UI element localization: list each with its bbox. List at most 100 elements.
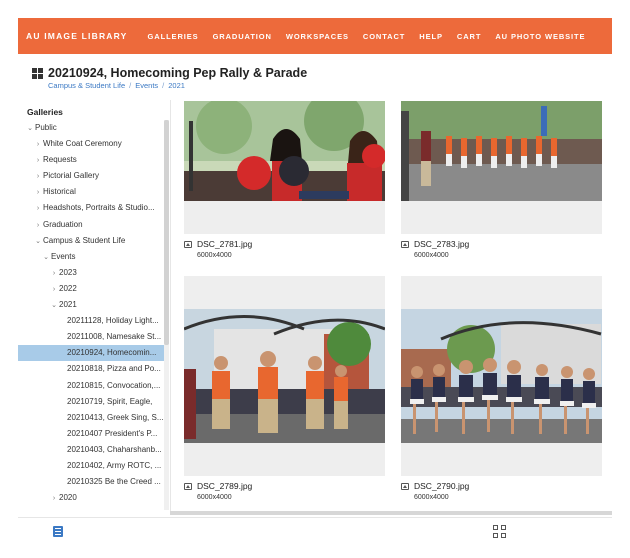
chevron-down-icon[interactable]: ⌄ xyxy=(50,298,58,313)
tree-item-label: 20210924, Homecomin... xyxy=(67,348,157,358)
tree-item[interactable]: 20210413, Greek Sing, S... xyxy=(18,410,164,426)
tree-item[interactable]: › 2020 xyxy=(18,490,164,506)
tree-item-label: 20210402, Army ROTC, ... xyxy=(67,460,162,470)
breadcrumb-2021[interactable]: 2021 xyxy=(168,81,185,90)
list-view-icon[interactable] xyxy=(53,526,63,537)
image-filename[interactable]: DSC_2783.jpg xyxy=(414,239,469,249)
tree-item[interactable]: ⌄ Campus & Student Life xyxy=(18,233,164,249)
tree-item[interactable]: › 2023 xyxy=(18,265,164,281)
chevron-right-icon[interactable]: › xyxy=(34,185,42,200)
chevron-right-icon[interactable]: › xyxy=(50,507,58,510)
tree-item[interactable]: › Pictorial Gallery xyxy=(18,168,164,184)
tree-item-label: 20211008, Namesake St... xyxy=(67,332,162,342)
image-thumbnail[interactable] xyxy=(401,101,602,234)
tree-item-label: Requests xyxy=(43,155,77,165)
image-file-icon xyxy=(184,240,192,248)
tree-item-label: 2021 xyxy=(59,300,77,310)
panel-divider xyxy=(170,100,171,512)
tree-item[interactable]: 20211008, Namesake St... xyxy=(18,329,164,345)
nav-au-photo-website[interactable]: AU PHOTO WEBSITE xyxy=(495,32,585,41)
tree-item[interactable]: ⌄ 2021 xyxy=(18,297,164,313)
nav-help[interactable]: HELP xyxy=(419,32,443,41)
tree-item[interactable]: 20210818, Pizza and Po... xyxy=(18,361,164,377)
image-file-icon xyxy=(184,482,192,490)
tree-item-label: 20210407 President's P... xyxy=(67,428,158,438)
gallery-grid-icon xyxy=(32,67,43,79)
chevron-right-icon[interactable]: › xyxy=(50,282,58,297)
tree-item[interactable]: › Graduation xyxy=(18,217,164,233)
tree-item-label: 2023 xyxy=(59,267,77,277)
image-thumbnail[interactable] xyxy=(184,101,385,234)
tree-item[interactable]: 20211128, Holiday Light... xyxy=(18,313,164,329)
tree-item-label: 20210815, Convocation,... xyxy=(67,380,161,390)
tree-item[interactable]: › Historical xyxy=(18,184,164,200)
tree-item[interactable]: ›2019 xyxy=(18,506,164,510)
tree-item[interactable]: ⌄ Events xyxy=(18,249,164,265)
tree-item-label: Graduation xyxy=(43,219,83,229)
dancers-photo xyxy=(401,309,602,443)
tree-item[interactable]: ⌄ Public xyxy=(18,120,164,136)
tree-item-label: White Coat Ceremony xyxy=(43,139,122,149)
nav-workspaces[interactable]: WORKSPACES xyxy=(286,32,349,41)
tree-item[interactable]: › Headshots, Portraits & Studio... xyxy=(18,200,164,216)
nav-graduation[interactable]: GRADUATION xyxy=(213,32,272,41)
cheer-photo xyxy=(184,101,385,201)
chevron-right-icon[interactable]: › xyxy=(50,266,58,281)
chevron-right-icon[interactable]: › xyxy=(34,218,42,233)
grid-horizontal-scrollbar[interactable] xyxy=(170,511,612,515)
sidebar-scrollbar[interactable] xyxy=(164,120,169,510)
chevron-down-icon[interactable]: ⌄ xyxy=(34,234,42,249)
breadcrumb-campus-student-life[interactable]: Campus & Student Life xyxy=(48,81,125,90)
tree-item-label: Pictorial Gallery xyxy=(43,171,100,181)
sidebar-scroll-thumb[interactable] xyxy=(164,120,169,345)
tree-item[interactable]: 20210402, Army ROTC, ... xyxy=(18,458,164,474)
tree-item[interactable]: › White Coat Ceremony xyxy=(18,136,164,152)
tree-item[interactable]: 20210407 President's P... xyxy=(18,426,164,442)
tree-item[interactable]: 20210815, Convocation,... xyxy=(18,378,164,394)
breadcrumb-events[interactable]: Events xyxy=(135,81,158,90)
chevron-right-icon[interactable]: › xyxy=(34,169,42,184)
nav-cart[interactable]: CART xyxy=(457,32,481,41)
tree-item-label: Historical xyxy=(43,187,76,197)
image-filename[interactable]: DSC_2790.jpg xyxy=(414,481,469,491)
nav-galleries[interactable]: GALLERIES xyxy=(148,32,199,41)
tree-item[interactable]: 20210403, Chaharshanb... xyxy=(18,442,164,458)
tree-item-label: 20210325 Be the Creed ... xyxy=(67,477,161,487)
image-dimensions: 6000x4000 xyxy=(414,252,449,259)
chevron-down-icon[interactable]: ⌄ xyxy=(26,121,34,136)
image-thumbnail[interactable] xyxy=(401,276,602,476)
brand-logo-text[interactable]: AU IMAGE LIBRARY xyxy=(26,31,128,41)
image-card[interactable]: DSC_2789.jpg 6000x4000 xyxy=(184,276,385,501)
chevron-right-icon[interactable]: › xyxy=(34,153,42,168)
parade-photo xyxy=(184,309,385,443)
chevron-down-icon[interactable]: ⌄ xyxy=(42,250,50,265)
chevron-right-icon[interactable]: › xyxy=(50,491,58,506)
chevron-right-icon[interactable]: › xyxy=(34,137,42,152)
tree-item-label: Events xyxy=(51,251,76,261)
nav-contact[interactable]: CONTACT xyxy=(363,32,405,41)
image-dimensions: 6000x4000 xyxy=(197,494,232,501)
galleries-heading: Galleries xyxy=(27,107,63,117)
image-card[interactable]: DSC_2790.jpg 6000x4000 xyxy=(401,276,602,501)
image-card[interactable]: DSC_2783.jpg 6000x4000 xyxy=(401,101,602,259)
tree-item[interactable]: › 2022 xyxy=(18,281,164,297)
image-thumbnail[interactable] xyxy=(184,276,385,476)
image-filename[interactable]: DSC_2789.jpg xyxy=(197,481,252,491)
image-file-icon xyxy=(401,482,409,490)
tree-item[interactable]: › Requests xyxy=(18,152,164,168)
image-card[interactable]: DSC_2781.jpg 6000x4000 xyxy=(184,101,385,259)
breadcrumb: Campus & Student Life / Events/2021 xyxy=(48,81,185,90)
tree-item-label: Public xyxy=(35,123,57,132)
tree-item-label: 2019 xyxy=(59,509,77,510)
tree-item[interactable]: 20210325 Be the Creed ... xyxy=(18,474,164,490)
tree-item-label: 2022 xyxy=(59,283,77,293)
tile-view-icon[interactable] xyxy=(493,525,506,538)
image-filename[interactable]: DSC_2781.jpg xyxy=(197,239,252,249)
tree-item[interactable]: 20210924, Homecomin... xyxy=(18,345,164,362)
image-dimensions: 6000x4000 xyxy=(414,494,449,501)
gallery-tree: ⌄ Public › White Coat Ceremony › Requests › Pic… xyxy=(18,120,164,510)
chevron-right-icon[interactable]: › xyxy=(34,201,42,216)
page-title-row: 20210924, Homecoming Pep Rally & Parade xyxy=(32,66,307,80)
band-photo xyxy=(401,101,602,201)
tree-item[interactable]: 20210719, Spirit, Eagle, xyxy=(18,394,164,410)
